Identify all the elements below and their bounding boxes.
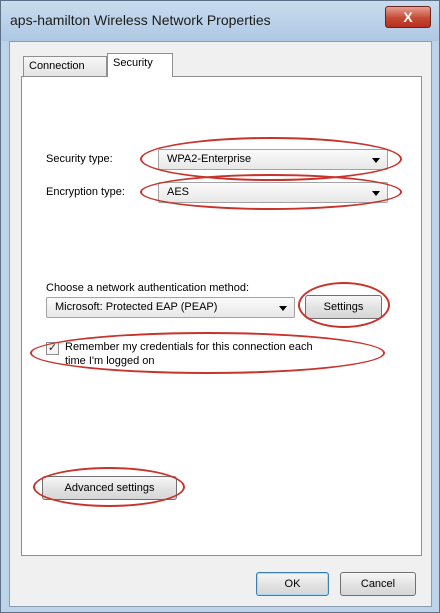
window-title: aps-hamilton Wireless Network Properties [10,12,271,28]
ok-button-label: OK [284,578,301,590]
settings-button-label: Settings [323,301,364,313]
ok-button[interactable]: OK [256,572,329,596]
auth-method-label: Choose a network authentication method: [46,282,250,294]
remember-credentials-checkbox[interactable]: ✓ [46,342,59,355]
annotation-ellipse-remember [30,332,385,374]
close-icon: X [403,9,413,25]
security-type-value: WPA2-Enterprise [167,153,252,165]
security-type-dropdown[interactable]: WPA2-Enterprise [158,149,388,170]
checkmark-icon: ✓ [47,342,58,354]
security-tab-panel: Security type: WPA2-Enterprise Encryptio… [21,76,422,556]
auth-method-value: Microsoft: Protected EAP (PEAP) [55,301,218,313]
remember-credentials-label-line2: time I'm logged on [65,355,155,367]
encryption-type-dropdown[interactable]: AES [158,182,388,203]
encryption-type-label: Encryption type: [46,186,125,198]
tab-security[interactable]: Security [107,53,173,77]
chevron-down-icon [372,158,380,163]
auth-method-dropdown[interactable]: Microsoft: Protected EAP (PEAP) [46,297,295,318]
encryption-type-value: AES [167,186,190,198]
chevron-down-icon [279,306,287,311]
remember-credentials-label-line1: Remember my credentials for this connect… [65,341,313,353]
dialog-window: aps-hamilton Wireless Network Properties… [0,0,440,613]
tab-connection-label: Connection [29,60,85,72]
cancel-button-label: Cancel [360,578,396,590]
close-button[interactable]: X [385,6,431,28]
tab-connection[interactable]: Connection [23,56,107,76]
title-bar[interactable]: aps-hamilton Wireless Network Properties… [1,1,439,41]
advanced-settings-button-label: Advanced settings [64,482,155,494]
cancel-button[interactable]: Cancel [340,572,416,596]
security-type-label: Security type: [46,153,113,165]
tab-security-label: Security [113,57,153,69]
dialog-body: Connection Security Security type: WPA2-… [9,41,432,607]
dialog-footer: OK Cancel [10,562,431,606]
settings-button[interactable]: Settings [305,295,382,319]
advanced-settings-button[interactable]: Advanced settings [42,476,177,500]
chevron-down-icon [372,191,380,196]
